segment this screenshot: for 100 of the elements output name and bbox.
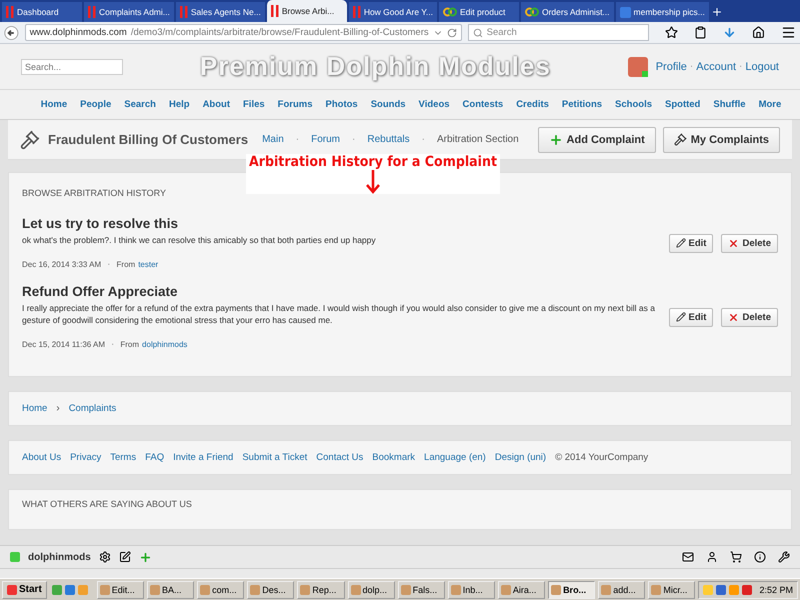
nav-link[interactable]: Shuffle — [706, 99, 752, 110]
user-icon[interactable] — [706, 551, 718, 563]
close-icon — [728, 238, 740, 249]
nav-link[interactable]: Forums — [271, 99, 319, 110]
reload-icon[interactable] — [446, 28, 457, 38]
browser-tab[interactable]: Orders Administ... — [520, 2, 614, 22]
user-link[interactable]: Account — [696, 60, 736, 72]
new-tab-icon[interactable] — [710, 6, 723, 18]
footer-link[interactable]: Submit a Ticket — [242, 452, 308, 464]
taskbar-item[interactable]: Edit... — [96, 580, 144, 598]
footer-link[interactable]: Privacy — [70, 452, 102, 464]
footer-link[interactable]: Design (uni) — [494, 452, 546, 464]
browser-tab[interactable]: Dashboard — [2, 2, 82, 22]
delete-button[interactable]: Delete — [721, 234, 778, 253]
nav-link[interactable]: Files — [236, 99, 272, 110]
taskbar-item[interactable]: BA... — [146, 580, 194, 598]
tray-icon[interactable] — [742, 584, 752, 594]
author-link[interactable]: dolphinmods — [142, 340, 188, 350]
edit-button[interactable]: Edit — [668, 308, 714, 327]
nav-link[interactable]: Schools — [608, 99, 658, 110]
entry-date: Dec 16, 2014 3:33 AM — [22, 260, 102, 270]
browser-tab[interactable]: Sales Agents Ne... — [176, 2, 265, 22]
horizontal-scrollbar[interactable] — [0, 568, 800, 578]
taskbar-item[interactable]: Inb... — [448, 580, 495, 598]
section-link[interactable]: Forum — [311, 134, 340, 145]
footer-link[interactable]: Invite a Friend — [173, 452, 234, 464]
footer-link[interactable]: Contact Us — [316, 452, 364, 464]
taskbar-item[interactable]: Bro... — [548, 580, 596, 598]
nav-link[interactable]: Search — [118, 99, 162, 110]
header-button[interactable]: Add Complaint — [538, 126, 656, 152]
clipboard-icon[interactable] — [694, 26, 707, 39]
nav-link[interactable]: Sounds — [364, 99, 412, 110]
footer-link[interactable]: Language (en) — [424, 452, 486, 464]
nav-link[interactable]: Credits — [510, 99, 556, 110]
taskbar-item[interactable]: com... — [197, 580, 244, 598]
back-icon[interactable] — [4, 24, 19, 42]
taskbar-item[interactable]: Aira... — [498, 580, 546, 598]
nav-link[interactable]: Petitions — [555, 99, 609, 110]
star-icon[interactable] — [665, 26, 678, 39]
section-title: WHAT OTHERS ARE SAYING ABOUT US — [22, 499, 193, 510]
browser-search-field[interactable]: Search — [468, 24, 649, 41]
bars-icon — [88, 6, 96, 18]
avatar[interactable] — [628, 56, 648, 76]
down-arrow-icon — [364, 170, 381, 194]
footer-link[interactable]: FAQ — [145, 452, 164, 464]
section-link[interactable]: Rebuttals — [367, 134, 410, 145]
breadcrumb-link[interactable]: Complaints — [68, 403, 116, 414]
browser-tab[interactable]: membership pics... — [616, 2, 709, 22]
user-link[interactable]: Logout — [745, 60, 779, 72]
separator-dot: · — [690, 61, 694, 72]
bars-icon — [180, 6, 188, 18]
taskbar-item[interactable]: add... — [598, 580, 646, 598]
nav-link[interactable]: Videos — [412, 99, 456, 110]
taskbar-item[interactable]: Micr... — [648, 580, 696, 598]
nav-link[interactable]: About — [196, 99, 236, 110]
home-icon[interactable] — [752, 26, 765, 39]
browser-tab[interactable]: How Good Are Y... — [348, 2, 437, 22]
edit-button[interactable]: Edit — [668, 234, 714, 253]
author-link[interactable]: tester — [138, 260, 158, 270]
taskbar-item[interactable]: Des... — [247, 580, 294, 598]
nav-link[interactable]: More — [752, 99, 788, 110]
settings-icon[interactable] — [98, 551, 111, 563]
taskbar-item[interactable]: Fals... — [398, 580, 445, 598]
square-icon — [620, 6, 631, 18]
section-link[interactable]: Main — [262, 134, 284, 145]
cart-icon[interactable] — [730, 551, 742, 563]
footer-link[interactable]: About Us — [22, 452, 62, 464]
app-icon[interactable] — [64, 584, 75, 594]
taskbar-item[interactable]: dolp... — [348, 580, 395, 598]
member-name[interactable]: dolphinmods — [28, 552, 91, 562]
nav-link[interactable]: Help — [162, 99, 196, 110]
footer-link[interactable]: Bookmark — [372, 452, 416, 464]
site-search-field[interactable]: Search... — [21, 58, 123, 74]
nav-link[interactable]: Photos — [319, 99, 364, 110]
nav-link[interactable]: Contests — [456, 99, 510, 110]
footer-link[interactable]: Terms — [110, 452, 136, 464]
browser-tab[interactable]: Complaints Admi... — [84, 2, 174, 22]
user-link[interactable]: Profile — [656, 60, 687, 72]
mail-icon[interactable] — [682, 551, 694, 563]
browser-tab[interactable]: Edit product — [438, 2, 519, 22]
separator-dot: · — [296, 134, 300, 145]
info-icon[interactable] — [754, 551, 766, 563]
menu-icon[interactable] — [781, 25, 796, 40]
start-button[interactable]: Start — [2, 580, 47, 598]
taskbar-item[interactable]: Rep... — [297, 580, 344, 598]
delete-button[interactable]: Delete — [721, 308, 778, 327]
plus-icon[interactable] — [138, 550, 152, 564]
breadcrumb-link[interactable]: Home — [22, 403, 48, 414]
separator-dot: · — [111, 339, 114, 350]
compose-icon[interactable] — [118, 551, 131, 563]
tray-icon[interactable] — [716, 584, 726, 594]
download-icon[interactable] — [723, 26, 736, 39]
header-button[interactable]: My Complaints — [662, 126, 780, 152]
wrench-icon[interactable] — [778, 551, 790, 563]
address-field[interactable]: www.dolphinmods.com /demo3/m/complaints/arbitrate/browse/Fraudulent-Billing-of-Customers — [24, 24, 462, 41]
nav-link[interactable]: Spotted — [658, 99, 707, 110]
nav-link[interactable]: Home — [34, 99, 74, 110]
nav-link[interactable]: People — [74, 99, 118, 110]
separator-dot: · — [352, 134, 356, 145]
browser-tab[interactable]: Browse Arbi... — [266, 0, 347, 22]
